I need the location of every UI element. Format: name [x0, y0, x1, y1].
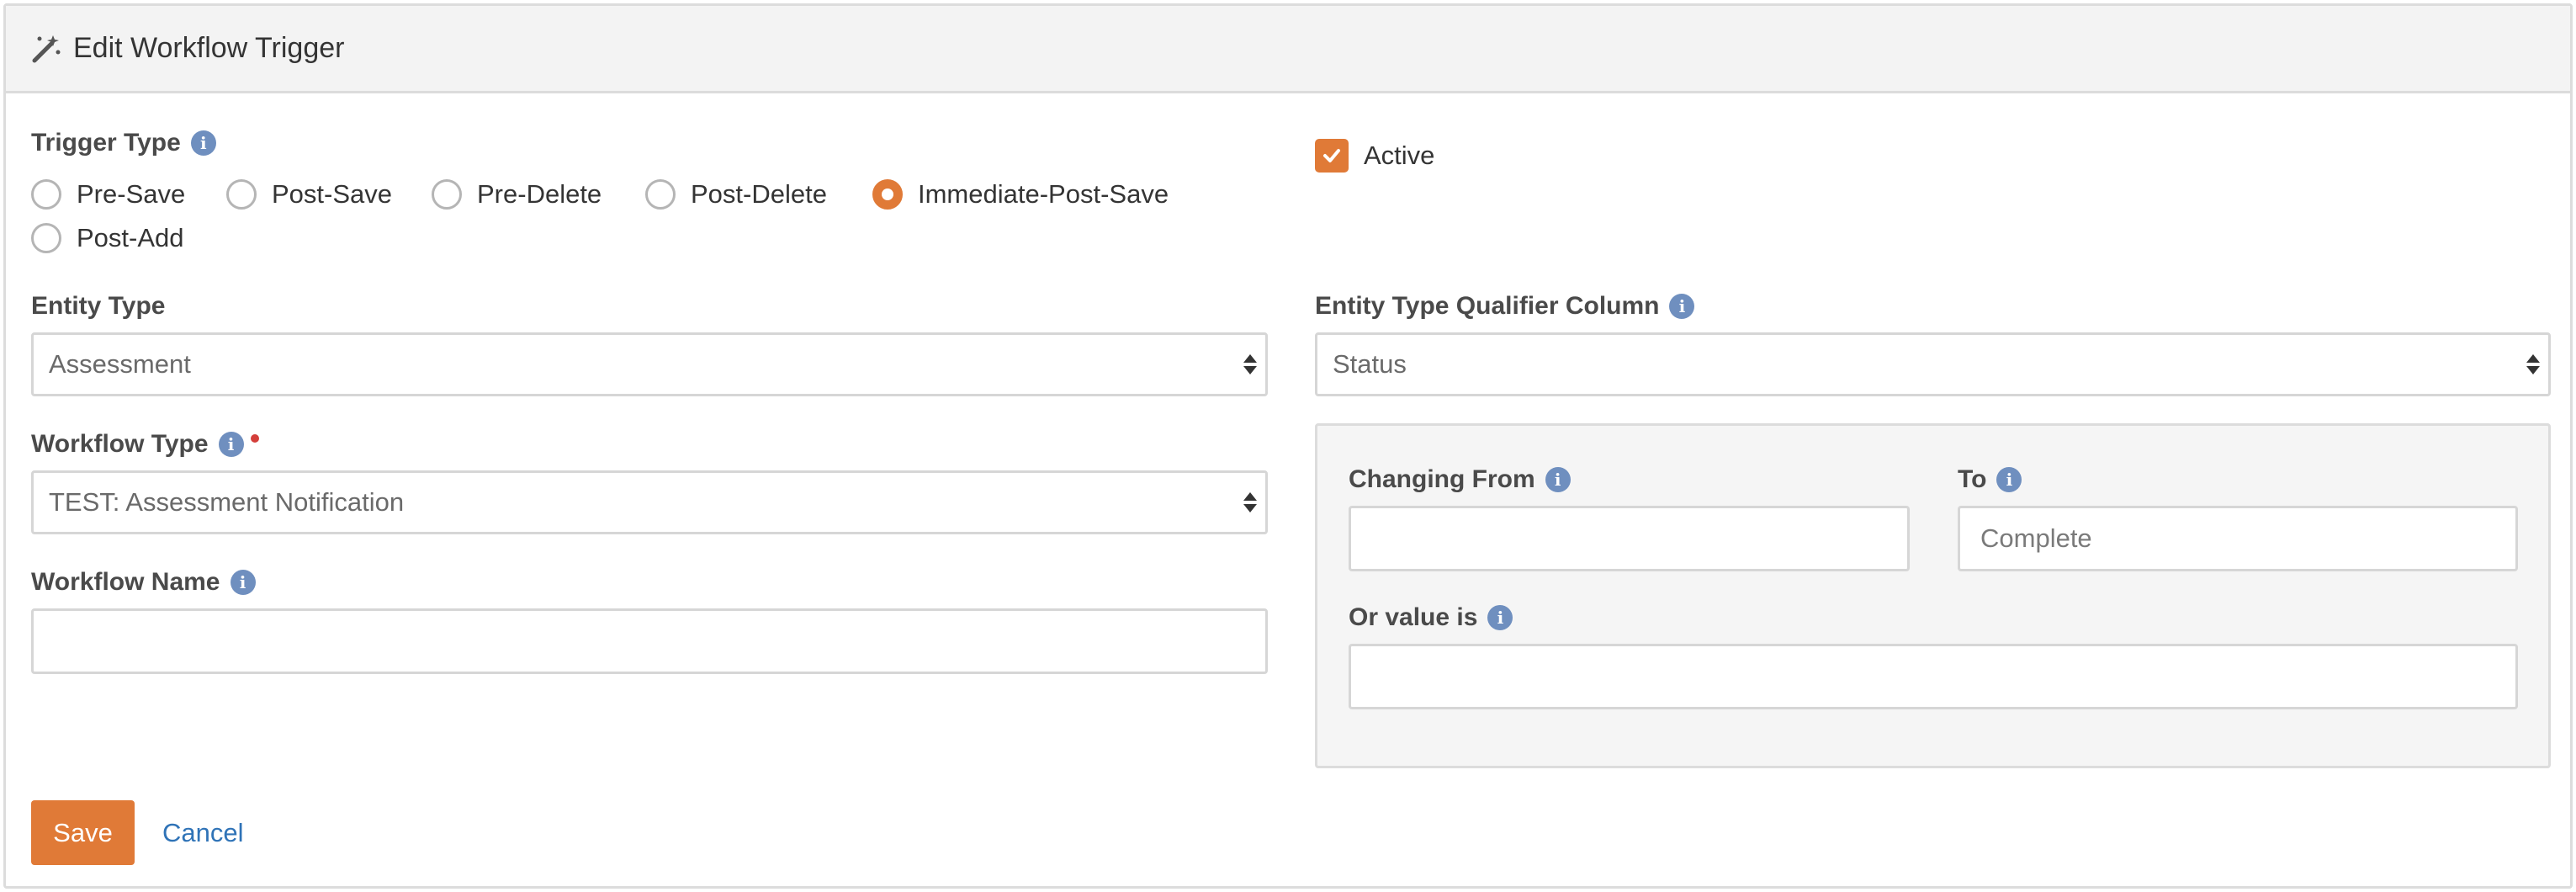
to-input[interactable]: Complete: [1958, 506, 2518, 571]
panel-header: Edit Workflow Trigger: [6, 6, 2570, 93]
workflow-type-value: TEST: Assessment Notification: [49, 487, 405, 517]
required-indicator: [250, 434, 259, 443]
workflow-name-label-text: Workflow Name: [31, 568, 220, 596]
entity-qualifier-label-text: Entity Type Qualifier Column: [1315, 292, 1660, 320]
entity-type-label-text: Entity Type: [31, 292, 166, 320]
workflow-trigger-panel: Edit Workflow Trigger Trigger Type i Pre…: [3, 3, 2573, 889]
workflow-type-label: Workflow Type i: [31, 430, 259, 459]
page-title: Edit Workflow Trigger: [73, 32, 345, 64]
entity-qualifier-label: Entity Type Qualifier Column i: [1315, 292, 1695, 321]
info-icon[interactable]: i: [218, 432, 244, 457]
changing-from-label: Changing From i: [1349, 465, 1571, 494]
workflow-type-select[interactable]: TEST: Assessment Notification: [31, 470, 1268, 534]
active-label: Active: [1364, 141, 1435, 170]
radio-post-add[interactable]: Post-Add: [31, 223, 184, 253]
magic-wand-icon: [29, 32, 63, 66]
entity-qualifier-select[interactable]: Status: [1315, 332, 2551, 396]
radio-label: Post-Delete: [691, 179, 827, 209]
radio-label: Pre-Delete: [477, 179, 602, 209]
workflow-type-label-text: Workflow Type: [31, 430, 209, 458]
radio-circle[interactable]: [432, 179, 462, 210]
workflow-name-input[interactable]: [31, 608, 1268, 674]
info-icon[interactable]: i: [1996, 467, 2022, 492]
checkbox-checked[interactable]: [1315, 139, 1349, 173]
cancel-link[interactable]: Cancel: [162, 800, 244, 865]
to-label-text: To: [1958, 465, 1987, 493]
radio-circle[interactable]: [31, 223, 61, 253]
radio-pre-save[interactable]: Pre-Save: [31, 179, 185, 210]
radio-circle[interactable]: [31, 179, 61, 210]
radio-label: Post-Add: [77, 223, 184, 252]
radio-label: Immediate-Post-Save: [918, 179, 1169, 209]
info-icon[interactable]: i: [1545, 467, 1571, 492]
radio-label: Pre-Save: [77, 179, 186, 209]
radio-circle-selected[interactable]: [872, 179, 903, 210]
radio-pre-delete[interactable]: Pre-Delete: [432, 179, 602, 210]
select-caret-icon: [1243, 354, 1257, 374]
entity-type-select[interactable]: Assessment: [31, 332, 1268, 396]
trigger-type-label-text: Trigger Type: [31, 129, 181, 157]
or-value-label: Or value is i: [1349, 603, 1513, 632]
radio-post-save[interactable]: Post-Save: [226, 179, 392, 210]
info-icon[interactable]: i: [1487, 605, 1513, 630]
radio-circle[interactable]: [645, 179, 676, 210]
radio-circle[interactable]: [226, 179, 257, 210]
changing-from-input[interactable]: [1349, 506, 1910, 571]
select-caret-icon: [2526, 354, 2540, 374]
entity-qualifier-value: Status: [1333, 349, 1407, 379]
info-icon[interactable]: i: [190, 130, 216, 156]
trigger-type-label: Trigger Type i: [31, 129, 216, 157]
to-placeholder: Complete: [1980, 523, 2092, 553]
radio-label: Post-Save: [272, 179, 393, 209]
entity-type-label: Entity Type: [31, 292, 165, 321]
entity-type-value: Assessment: [49, 349, 191, 379]
active-checkbox[interactable]: Active: [1315, 139, 1434, 173]
select-caret-icon: [1243, 492, 1257, 512]
radio-post-delete[interactable]: Post-Delete: [645, 179, 827, 210]
workflow-name-label: Workflow Name i: [31, 568, 256, 597]
radio-immediate-post-save[interactable]: Immediate-Post-Save: [872, 179, 1169, 210]
or-value-input[interactable]: [1349, 644, 2518, 709]
info-icon[interactable]: i: [1669, 294, 1695, 319]
info-icon[interactable]: i: [230, 570, 256, 595]
save-button[interactable]: Save: [31, 800, 135, 865]
or-value-label-text: Or value is: [1349, 603, 1478, 631]
changing-from-label-text: Changing From: [1349, 465, 1535, 493]
to-label: To i: [1958, 465, 2022, 494]
check-icon: [1323, 149, 1340, 162]
